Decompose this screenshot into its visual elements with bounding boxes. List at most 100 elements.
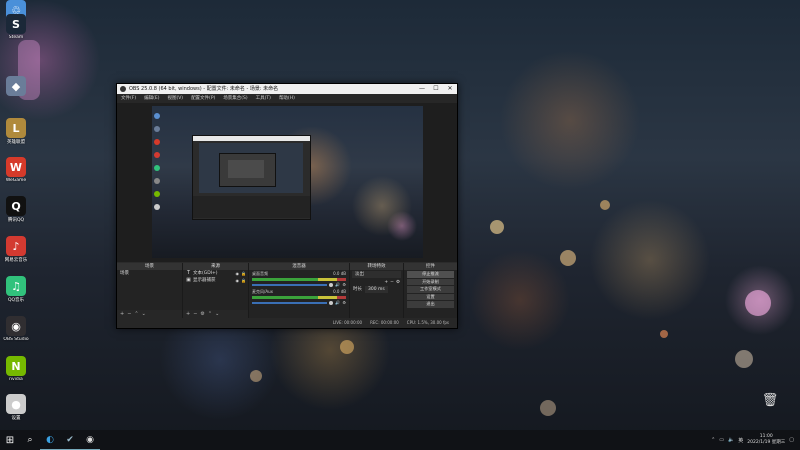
transition-settings-icon[interactable]: ⚙ [396,279,400,286]
display-capture-icon: ▣ [186,277,191,283]
desktop-shortcut[interactable]: S Steam [0,14,32,40]
studio-mode-button[interactable]: 工作室模式 [407,286,454,293]
exit-button[interactable]: 退出 [407,301,454,308]
gear-icon[interactable]: ⚙ [342,282,346,287]
eye-icon[interactable]: ◉ [236,277,240,284]
taskbar-app-steam[interactable]: ✔ [60,430,80,450]
source-item[interactable]: ▣ 显示器捕获 ◉ 🔒 [183,277,248,284]
menu-file[interactable]: 文件(F) [121,94,136,103]
bokeh-light [340,340,354,354]
system-tray: ⌃ ▭ 🔈 英 11:00 2022/1/19 星期三 ▢ [711,434,800,446]
network-icon[interactable]: ▭ [719,437,724,443]
volume-icon[interactable]: 🔈 [728,437,734,443]
sources-toolbar: + − ⚙ ⌃ ⌄ [183,310,248,318]
source-item[interactable]: T 文本(GDI+) ◉ 🔒 [183,270,248,277]
scenes-dock: 场景 场景 + − ⌃ ⌄ [117,263,182,318]
mixer-header: 混音器 [249,263,349,270]
desktop-shortcut[interactable]: ◉ OBS Studio [0,316,32,342]
speaker-icon[interactable]: 🔊 [335,300,340,305]
bokeh-light [600,200,610,210]
add-scene-button[interactable]: + [120,311,124,317]
move-up-button[interactable]: ⌃ [134,311,138,317]
close-icon[interactable]: ✕ [443,84,457,94]
chevron-up-icon[interactable]: ⌃ [711,437,715,443]
channel-db: 0.0 dB [333,289,346,294]
desktop-shortcut[interactable]: L 英雄联盟 [0,118,32,145]
scene-item[interactable]: 场景 [117,270,182,277]
eye-icon[interactable]: ◉ [236,270,240,277]
desktop-shortcut[interactable]: W WeGame [0,157,32,183]
desktop-shortcut[interactable]: ♫ QQ音乐 [0,276,32,303]
search-button[interactable]: ⌕ [20,430,40,450]
source-properties-icon[interactable]: ⚙ [200,311,204,317]
volume-slider[interactable] [252,283,328,286]
duration-label: 时长 [353,287,362,292]
recycle-bin-icon: 🗑 [761,393,779,408]
minimize-icon[interactable]: — [415,84,429,94]
steam-icon: ✔ [66,434,74,445]
volume-knob[interactable] [329,300,334,305]
transition-select[interactable]: 淡出 [352,271,401,278]
sources-dock: 来源 T 文本(GDI+) ◉ 🔒 ▣ 显示器捕获 ◉ 🔒 + − ⚙ ⌃ ⌄ [183,263,248,318]
sources-header: 来源 [183,263,248,270]
clock[interactable]: 11:00 2022/1/19 星期三 [747,434,785,446]
menu-edit[interactable]: 编辑(E) [144,94,159,103]
steam-icon: S [6,14,26,34]
transitions-dock: 转场特效 淡出 + − ⚙ 时长 300 ms [350,263,403,318]
maximize-icon[interactable]: ☐ [429,84,443,94]
channel-name: 麦克风/Aux [252,289,273,294]
obs-window[interactable]: OBS 25.0.8 (64 bit, windows) - 配置文件: 未命名… [116,83,458,329]
move-down-button[interactable]: ⌄ [142,311,146,317]
settings-button[interactable]: 设置 [407,293,454,300]
mixer-channel: 桌面音频 0.0 dB 🔊 ⚙ [249,270,349,288]
nvidia-icon: N [6,356,26,376]
add-transition-button[interactable]: + [384,279,388,286]
notification-icon[interactable]: ▢ [789,437,794,443]
menu-profile[interactable]: 配置文件(P) [191,94,215,103]
move-down-button[interactable]: ⌄ [215,311,219,317]
volume-slider[interactable] [252,301,328,304]
desktop-shortcut[interactable]: ◆ [0,76,32,97]
obs-icon: ◉ [6,316,26,336]
duration-input[interactable]: 300 ms [365,286,388,293]
windows-icon: ⊞ [5,434,15,446]
speaker-icon[interactable]: 🔊 [335,282,340,287]
desktop-shortcut[interactable]: Q 腾讯QQ [0,196,32,223]
gear-icon[interactable]: ⚙ [342,300,346,305]
taskbar-app-obs[interactable]: ◉ [80,430,100,450]
menu-view[interactable]: 视图(V) [167,94,183,103]
desktop-shortcut[interactable]: ♪ 网易云音乐 [0,236,32,263]
move-up-button[interactable]: ⌃ [208,311,212,317]
preview-canvas[interactable] [152,106,423,258]
preview-area [117,103,457,262]
window-title: OBS 25.0.8 (64 bit, windows) - 配置文件: 未命名… [129,86,279,92]
recycle-bin-shortcut[interactable]: 🗑 [758,393,782,408]
ime-icon[interactable]: 英 [738,437,743,444]
menu-help[interactable]: 帮助(H) [279,94,295,103]
live-status: LIVE: 00:00:00 [332,320,363,325]
desktop-shortcut[interactable]: Nnvidia [0,356,32,382]
duration-row: 时长 300 ms [350,286,403,293]
lock-icon[interactable]: 🔒 [241,277,246,284]
text-source-icon: T [186,270,191,276]
source-label: 文本(GDI+) [193,271,218,276]
stop-streaming-button[interactable]: 停止推流 [407,271,454,278]
start-button[interactable]: ⊞ [0,430,20,450]
menu-scene-collection[interactable]: 场景集合(S) [223,94,247,103]
lock-icon[interactable]: 🔒 [241,270,246,277]
taskbar-app-edge[interactable]: ◐ [40,430,60,450]
qq-music-icon: ♫ [6,276,26,296]
add-source-button[interactable]: + [186,311,190,317]
start-recording-button[interactable]: 开始录制 [407,278,454,285]
menu-tools[interactable]: 工具(T) [256,94,271,103]
remove-scene-button[interactable]: − [127,311,131,317]
remove-transition-button[interactable]: − [390,279,394,286]
desktop-shortcut[interactable]: ● 设置 [0,394,32,421]
channel-name: 桌面音频 [252,271,268,276]
menu-bar: 文件(F) 编辑(E) 视图(V) 配置文件(P) 场景集合(S) 工具(T) … [117,94,457,103]
obs-title-bar[interactable]: OBS 25.0.8 (64 bit, windows) - 配置文件: 未命名… [117,84,457,94]
volume-knob[interactable] [329,282,334,287]
controls-header: 控件 [404,263,457,270]
rec-status: REC: 00:00:00 [370,320,399,325]
remove-source-button[interactable]: − [193,311,197,317]
